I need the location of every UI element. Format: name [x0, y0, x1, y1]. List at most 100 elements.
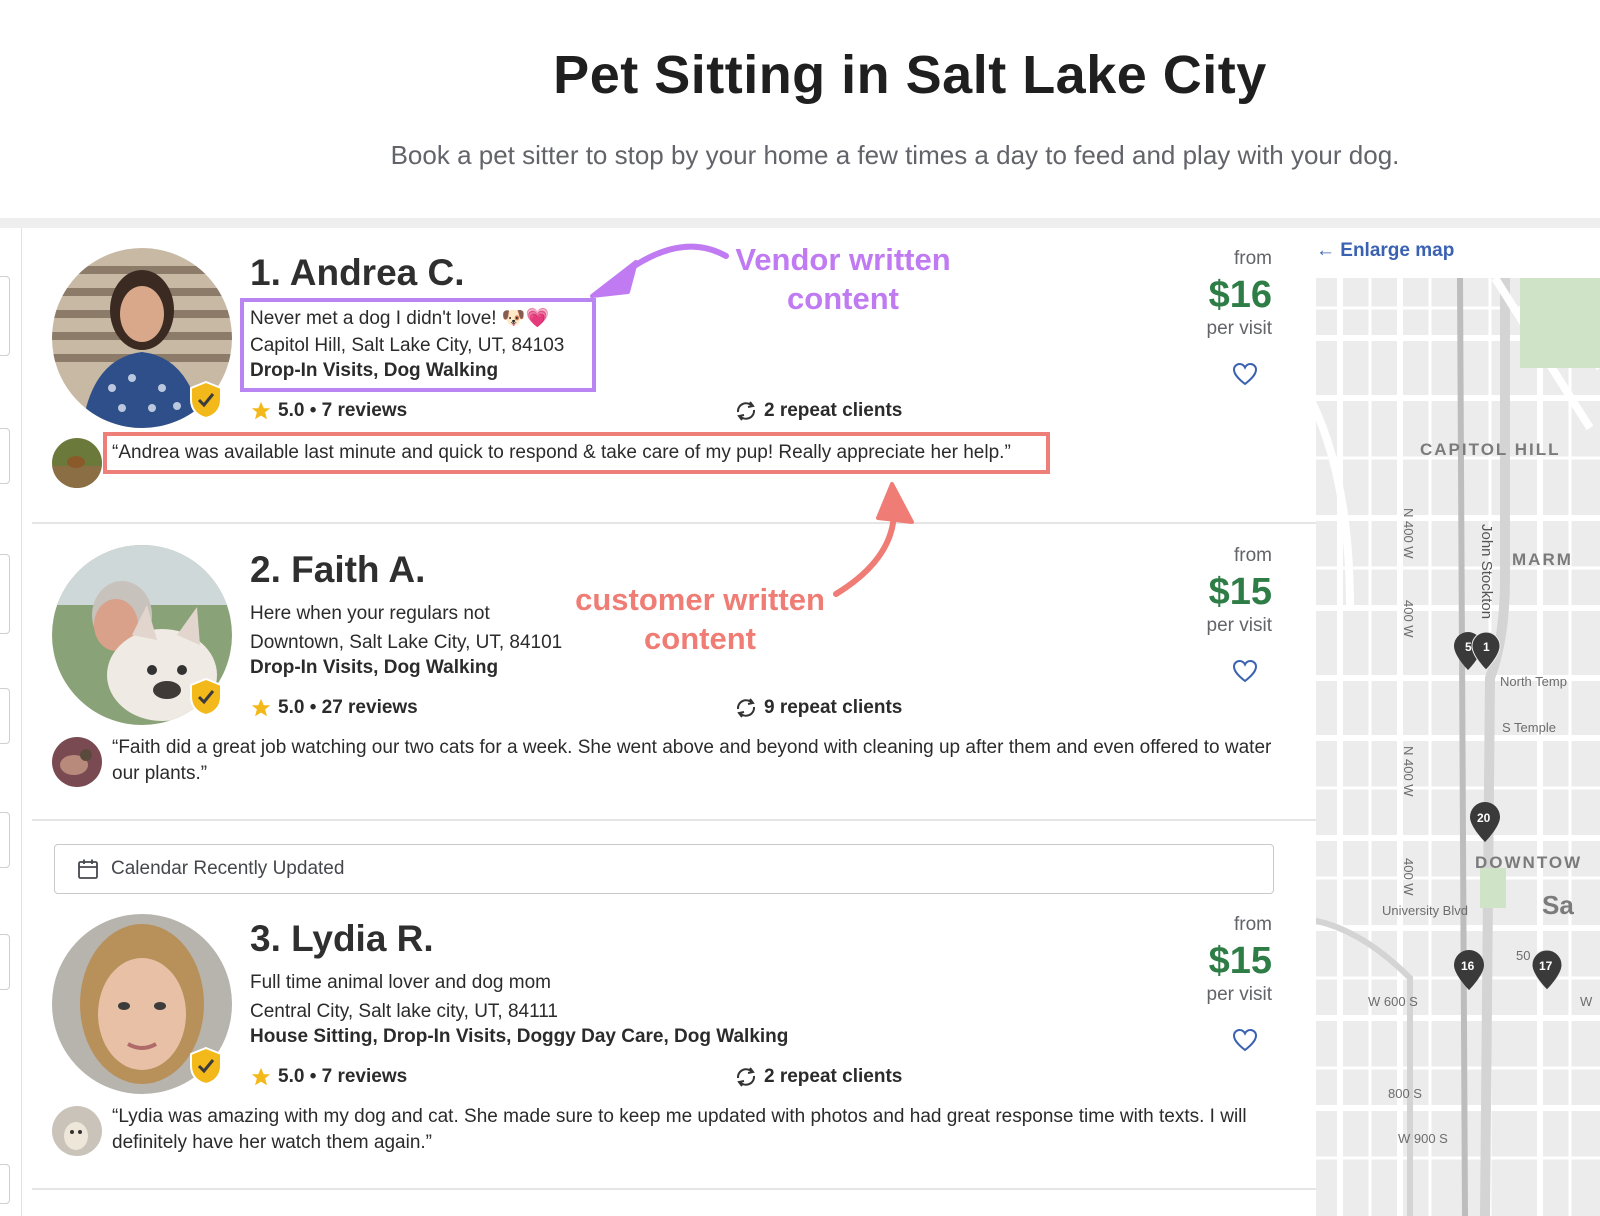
calendar-icon — [78, 859, 98, 879]
map-label: Sa — [1542, 890, 1574, 920]
sitter-name[interactable]: 1. Andrea C. — [250, 252, 465, 294]
listing-divider — [32, 819, 1316, 821]
pin-label: 16 — [1461, 959, 1475, 973]
map[interactable]: CAPITOL HILL MARM DOWNTOW Sa N 400 W N 4… — [1316, 275, 1600, 1216]
repeat-clients: 2 repeat clients — [734, 1066, 902, 1088]
verified-badge-icon — [188, 677, 224, 717]
price: $15 — [1208, 571, 1272, 613]
listing-divider — [32, 1188, 1316, 1190]
map-label: W — [1580, 994, 1593, 1009]
repeat-icon — [736, 1067, 756, 1087]
sitter-location: Downtown, Salt Lake City, UT, 84101 — [250, 632, 563, 653]
verified-badge-icon — [188, 1046, 224, 1086]
map-panel[interactable]: ← Enlarge map CAPITOL HILL MARM DOWNTOW … — [1316, 228, 1600, 1216]
map-label: DOWNTOW — [1475, 853, 1583, 872]
rating-text: 5.0 • 27 reviews — [278, 697, 418, 718]
favorite-heart-icon[interactable] — [1232, 659, 1258, 683]
star-icon — [251, 698, 271, 717]
map-pin-icon[interactable]: 20 — [1468, 800, 1502, 844]
reviewer-avatar — [52, 1106, 102, 1156]
filter-control[interactable] — [0, 812, 10, 868]
filter-control[interactable] — [0, 428, 10, 484]
sitter-card[interactable]: 1. Andrea C. Never met a dog I didn't lo… — [32, 228, 1316, 524]
pin-label: 20 — [1477, 811, 1491, 825]
map-label: 50 — [1516, 948, 1531, 963]
map-pin-icon[interactable]: 5 1 — [1452, 630, 1508, 674]
vendor-annotation-label: Vendor written content — [735, 242, 951, 316]
filter-control[interactable] — [0, 934, 10, 990]
map-label: University Blvd — [1382, 903, 1468, 918]
repeat-clients: 2 repeat clients — [734, 400, 902, 422]
review-text: “Lydia was amazing with my dog and cat. … — [112, 1106, 1247, 1153]
sitter-listings: 1. Andrea C. Never met a dog I didn't lo… — [32, 228, 1316, 1216]
sitter-services: House Sitting, Drop-In Visits, Doggy Day… — [250, 1026, 789, 1047]
rating: 5.0 • 7 reviews — [250, 400, 407, 422]
sitter-tagline: Full time animal lover and dog mom — [250, 972, 551, 993]
review-text: “Faith did a great job watching our two … — [112, 737, 1272, 784]
price-unit: per visit — [1206, 984, 1272, 1005]
rating-text: 5.0 • 7 reviews — [278, 1066, 408, 1087]
rating: 5.0 • 7 reviews — [250, 1066, 407, 1088]
sitter-name[interactable]: 2. Faith A. — [250, 549, 425, 591]
map-label: 400 W — [1401, 600, 1416, 638]
filter-control[interactable] — [0, 688, 10, 744]
pin-label: 17 — [1539, 959, 1553, 973]
map-label: 800 S — [1388, 1086, 1422, 1101]
price-unit: per visit — [1206, 318, 1272, 339]
repeat-clients: 9 repeat clients — [734, 697, 902, 719]
pin-label: 5 — [1465, 640, 1472, 654]
sitter-card[interactable]: 2. Faith A. Here when your regulars not … — [32, 525, 1316, 821]
section-divider — [0, 218, 1600, 228]
page-subtitle: Book a pet sitter to stop by your home a… — [390, 140, 1400, 170]
star-icon — [251, 1067, 271, 1086]
favorite-heart-icon[interactable] — [1232, 1028, 1258, 1052]
sitter-services: Drop-In Visits, Dog Walking — [250, 657, 499, 678]
filter-control[interactable] — [0, 1164, 10, 1204]
map-pin-icon[interactable]: 16 — [1452, 948, 1486, 992]
price-from: from — [1234, 914, 1272, 935]
customer-content-highlight — [103, 432, 1050, 474]
map-label: W 900 S — [1398, 1131, 1448, 1146]
map-label: MARM — [1512, 550, 1573, 569]
map-label: N 400 W — [1401, 508, 1416, 559]
favorite-heart-icon[interactable] — [1232, 362, 1258, 386]
enlarge-map-link[interactable]: ← Enlarge map — [1316, 240, 1454, 262]
map-label: W 600 S — [1368, 994, 1418, 1009]
sitter-tagline: Here when your regulars not — [250, 603, 490, 624]
map-label: S Temple — [1502, 720, 1556, 735]
map-label: North Temp — [1500, 674, 1567, 689]
filter-rail — [0, 228, 22, 1216]
map-pin-icon[interactable]: 17 — [1530, 948, 1564, 992]
rating: 5.0 • 27 reviews — [250, 697, 418, 719]
verified-badge-icon — [188, 380, 224, 420]
repeat-icon — [736, 401, 756, 421]
filter-control[interactable] — [0, 554, 10, 634]
price-from: from — [1234, 545, 1272, 566]
pin-label: 1 — [1483, 640, 1490, 654]
price-from: from — [1234, 248, 1272, 269]
calendar-banner-text: Calendar Recently Updated — [111, 858, 345, 879]
map-label: 400 W — [1401, 858, 1416, 896]
page-title: Pet Sitting in Salt Lake City — [553, 45, 1267, 105]
repeat-clients-text: 2 repeat clients — [764, 400, 903, 421]
repeat-icon — [736, 698, 756, 718]
sitter-location: Central City, Salt lake city, UT, 84111 — [250, 1001, 558, 1022]
reviewer-avatar — [52, 438, 102, 488]
map-label: CAPITOL HILL — [1420, 440, 1561, 459]
sitter-name[interactable]: 3. Lydia R. — [250, 918, 434, 960]
star-icon — [251, 401, 271, 420]
filter-control[interactable] — [0, 276, 10, 356]
map-label: N 400 W — [1401, 746, 1416, 797]
price-unit: per visit — [1206, 615, 1272, 636]
map-label: John Stockton — [1478, 524, 1495, 620]
reviewer-avatar — [52, 737, 102, 787]
vendor-content-highlight — [240, 298, 596, 392]
listing-divider — [32, 522, 1316, 524]
price: $15 — [1208, 940, 1272, 982]
price: $16 — [1208, 274, 1272, 316]
repeat-clients-text: 9 repeat clients — [764, 697, 903, 718]
customer-annotation-label: customer written content — [575, 582, 825, 656]
rating-text: 5.0 • 7 reviews — [278, 400, 408, 421]
repeat-clients-text: 2 repeat clients — [764, 1066, 903, 1087]
sitter-card[interactable]: 3. Lydia R. Full time animal lover and d… — [32, 894, 1316, 1194]
